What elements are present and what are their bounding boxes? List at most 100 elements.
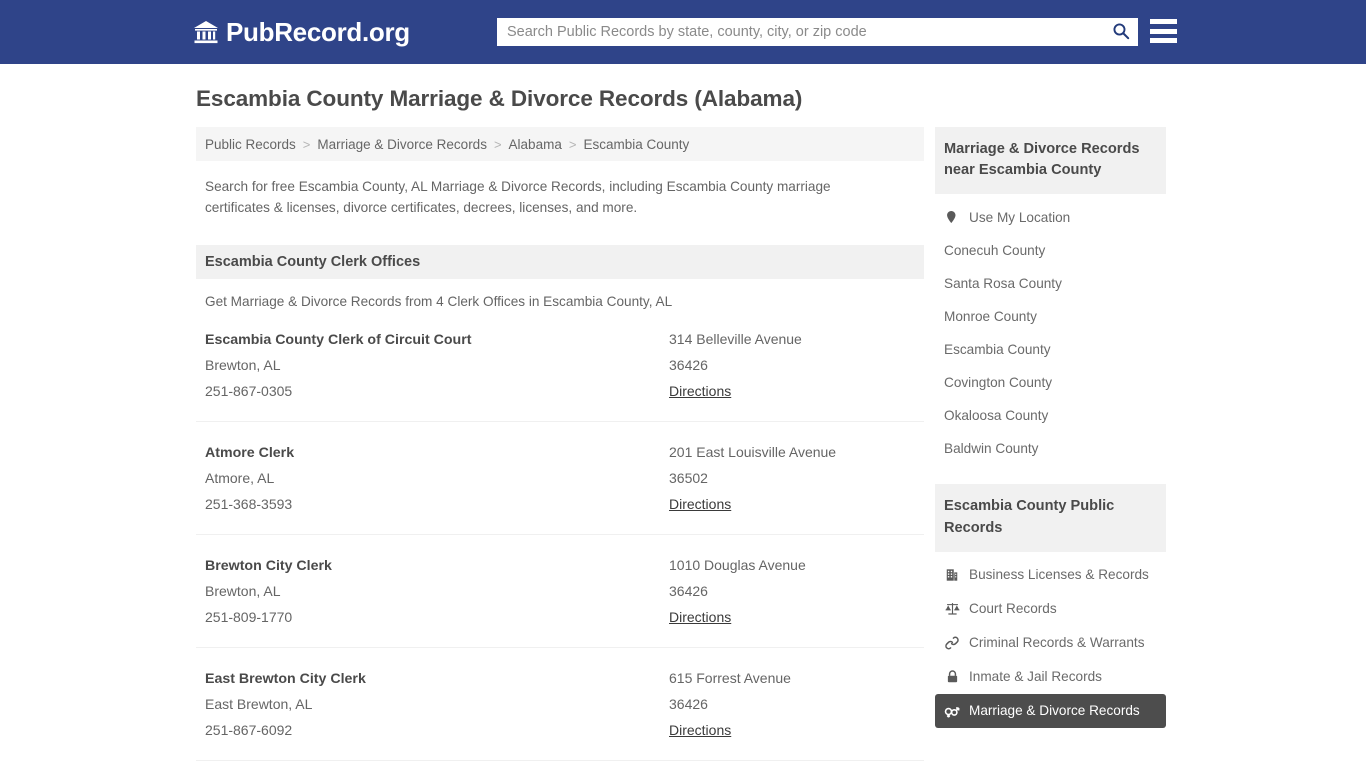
hamburger-bar: [1150, 38, 1177, 43]
listing-right: 1010 Douglas Avenue 36426 Directions: [669, 553, 915, 631]
table-row: Atmore Clerk Atmore, AL 251-368-3593 201…: [196, 422, 924, 536]
sidebar-item-label: Marriage & Divorce Records: [969, 703, 1140, 719]
listing-zip: 36426: [669, 582, 708, 599]
listing-right: 314 Belleville Avenue 36426 Directions: [669, 327, 915, 405]
sidebar-item-label: Inmate & Jail Records: [969, 669, 1102, 685]
listing-phone: 251-368-3593: [205, 496, 293, 513]
search-button[interactable]: [1104, 18, 1138, 46]
breadcrumb-separator: >: [493, 136, 502, 152]
listing-zip: 36502: [669, 469, 708, 486]
directions-link[interactable]: Directions: [669, 492, 731, 518]
listing-phone: 251-867-6092: [205, 722, 293, 739]
sidebar-heading-public-records: Escambia County Public Records: [935, 484, 1166, 552]
listing-phone: 251-867-0305: [205, 383, 293, 400]
sidebar-item-use-my-location[interactable]: Use My Location: [935, 200, 1166, 234]
main-column: Public Records > Marriage & Divorce Reco…: [196, 127, 924, 768]
sidebar-item-marriage-divorce-records[interactable]: Marriage & Divorce Records: [935, 693, 1166, 728]
sidebar-item-santa-rosa-county[interactable]: Santa Rosa County: [935, 267, 1166, 300]
breadcrumb-separator: >: [302, 136, 311, 152]
page-body: Escambia County Marriage & Divorce Recor…: [0, 64, 1366, 768]
listing-city: Brewton, AL: [205, 583, 281, 600]
breadcrumb-item-public-records[interactable]: Public Records: [205, 137, 296, 152]
page-title: Escambia County Marriage & Divorce Recor…: [196, 86, 803, 111]
listing-right: 615 Forrest Avenue 36426 Directions: [669, 666, 915, 744]
sidebar-item-court-records[interactable]: Court Records: [935, 592, 1166, 626]
listing-street: 314 Belleville Avenue: [669, 330, 802, 347]
sidebar-item-inmate-jail-records[interactable]: Inmate & Jail Records: [935, 660, 1166, 694]
listing-left: East Brewton City Clerk East Brewton, AL…: [205, 666, 669, 744]
listing-street: 1010 Douglas Avenue: [669, 557, 806, 574]
sidebar-item-covington-county[interactable]: Covington County: [935, 366, 1166, 399]
table-row: East Brewton City Clerk East Brewton, AL…: [196, 648, 924, 762]
breadcrumb-separator: >: [568, 136, 577, 152]
listing-right: 201 East Louisville Avenue 36502 Directi…: [669, 440, 915, 518]
search-input[interactable]: [497, 18, 1104, 46]
content-columns: Public Records > Marriage & Divorce Reco…: [196, 127, 1366, 768]
listing-zip: 36426: [669, 356, 708, 373]
bank-building-icon: [193, 19, 219, 45]
listing-name: Escambia County Clerk of Circuit Court: [205, 331, 472, 348]
sidebar-item-monroe-county[interactable]: Monroe County: [935, 300, 1166, 333]
sidebar-item-okaloosa-county[interactable]: Okaloosa County: [935, 399, 1166, 432]
directions-link[interactable]: Directions: [669, 379, 731, 405]
logo-text: PubRecord.org: [226, 17, 410, 47]
listing-city: Brewton, AL: [205, 357, 281, 374]
section-header-clerk-offices: Escambia County Clerk Offices: [196, 244, 924, 279]
briefcase-icon: [944, 567, 960, 583]
sidebar-item-label: Court Records: [969, 601, 1057, 617]
search-bar: [497, 18, 1138, 46]
sidebar-section-public-records: Escambia County Public Records Business …: [935, 484, 1166, 728]
directions-link[interactable]: Directions: [669, 605, 731, 631]
site-header: PubRecord.org: [0, 0, 1366, 64]
site-logo[interactable]: PubRecord.org: [193, 19, 410, 45]
sidebar-item-label: Santa Rosa County: [944, 276, 1062, 292]
sidebar-item-business-licenses-records[interactable]: Business Licenses & Records: [935, 558, 1166, 592]
listing-street: 201 East Louisville Avenue: [669, 444, 837, 461]
map-pin-icon: [944, 209, 960, 225]
listing-name: Atmore Clerk: [205, 445, 295, 462]
breadcrumb: Public Records > Marriage & Divorce Reco…: [196, 127, 924, 162]
table-row: Brewton City Clerk Brewton, AL 251-809-1…: [196, 535, 924, 649]
sidebar-item-label: Monroe County: [944, 309, 1037, 325]
breadcrumb-item-alabama[interactable]: Alabama: [509, 137, 562, 152]
sidebar-item-escambia-county[interactable]: Escambia County: [935, 333, 1166, 366]
venus-mars-icon: [944, 703, 960, 719]
listing-phone: 251-809-1770: [205, 609, 293, 626]
section-subtitle-clerk-offices: Get Marriage & Divorce Records from 4 Cl…: [205, 293, 673, 309]
sidebar-item-label: Criminal Records & Warrants: [969, 635, 1145, 651]
sidebar-item-criminal-records-warrants[interactable]: Criminal Records & Warrants: [935, 626, 1166, 660]
breadcrumb-item-escambia-county[interactable]: Escambia County: [583, 137, 689, 152]
listing-name: East Brewton City Clerk: [205, 671, 366, 688]
hamburger-menu-icon[interactable]: [1150, 19, 1177, 43]
table-row: Escambia County Clerk of Circuit Court B…: [196, 309, 924, 423]
sidebar-item-label: Use My Location: [969, 209, 1071, 225]
hamburger-bar: [1150, 19, 1177, 24]
sidebar-heading-nearby: Marriage & Divorce Records near Escambia…: [935, 127, 1166, 195]
sidebar: Marriage & Divorce Records near Escambia…: [935, 127, 1166, 728]
sidebar-item-label: Covington County: [944, 375, 1053, 391]
lock-icon: [944, 669, 960, 685]
handcuffs-icon: [944, 635, 960, 651]
hamburger-bar: [1150, 28, 1177, 34]
sidebar-item-label: Baldwin County: [944, 441, 1039, 457]
listing-city: Atmore, AL: [205, 470, 275, 487]
balance-scale-icon: [944, 601, 960, 617]
sidebar-item-label: Okaloosa County: [944, 408, 1049, 424]
page-intro-text: Search for free Escambia County, AL Marr…: [205, 179, 831, 216]
listing-left: Escambia County Clerk of Circuit Court B…: [205, 327, 669, 405]
sidebar-nearby-list: Use My Location Conecuh County Santa Ros…: [935, 194, 1166, 465]
search-icon: [1112, 22, 1130, 43]
directions-link[interactable]: Directions: [669, 718, 731, 744]
breadcrumb-item-marriage-divorce-records[interactable]: Marriage & Divorce Records: [317, 137, 487, 152]
listing-name: Brewton City Clerk: [205, 558, 332, 575]
sidebar-item-label: Escambia County: [944, 342, 1051, 358]
sidebar-item-label: Conecuh County: [944, 243, 1046, 259]
sidebar-item-conecuh-county[interactable]: Conecuh County: [935, 234, 1166, 267]
listing-left: Atmore Clerk Atmore, AL 251-368-3593: [205, 440, 669, 518]
sidebar-public-records-list: Business Licenses & Records Court Record…: [935, 552, 1166, 728]
listing-left: Brewton City Clerk Brewton, AL 251-809-1…: [205, 553, 669, 631]
listing-zip: 36426: [669, 696, 708, 712]
listing-city: East Brewton, AL: [205, 696, 313, 713]
sidebar-item-baldwin-county[interactable]: Baldwin County: [935, 432, 1166, 465]
sidebar-item-label: Business Licenses & Records: [969, 567, 1149, 583]
